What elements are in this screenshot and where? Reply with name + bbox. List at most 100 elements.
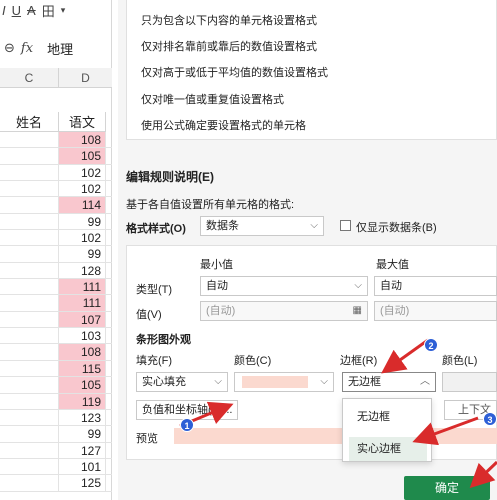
spreadsheet: I U A 田 ▾ ⊖ fx 地理 C D 姓名 语文 108 105 102 102… [0, 0, 112, 500]
border-option-solid[interactable]: 实心边框 [349, 437, 427, 461]
ok-button[interactable]: 确定 [404, 476, 490, 500]
annotation-marker-2: 2 [424, 338, 438, 352]
table-row: 108 [0, 132, 112, 149]
table-row: 108 [0, 344, 112, 361]
border-option-none[interactable]: 无边框 [349, 405, 427, 429]
rule-type-item[interactable]: 仅对唯一值或重复值设置格式 [141, 91, 284, 107]
score-cell[interactable]: 119 [58, 393, 106, 409]
score-cell[interactable]: 99 [58, 426, 106, 442]
border-color-label: 颜色(L) [442, 355, 478, 367]
score-cell[interactable]: 103 [58, 328, 106, 344]
score-cell[interactable]: 125 [58, 475, 106, 491]
chevron-up-icon: ︿ [420, 376, 430, 387]
score-cell[interactable]: 111 [58, 279, 106, 295]
rule-type-item[interactable]: 仅对高于或低于平均值的数值设置格式 [141, 64, 328, 80]
border-dropdown: 无边框 实心边框 [342, 398, 432, 462]
min-value-input[interactable]: (自动) ▦ [200, 301, 368, 321]
table-row: 99 [0, 246, 112, 263]
underline-icon[interactable]: U [12, 3, 21, 18]
function-icon[interactable]: fx [21, 41, 33, 56]
column-header-c[interactable]: C [0, 68, 58, 88]
edit-rule-title: 编辑规则说明(E) [126, 170, 214, 184]
chevron-down-icon: ⌵ [320, 376, 328, 387]
formula-input[interactable]: 地理 [47, 39, 73, 58]
table-row: 105 [0, 148, 112, 165]
strikethrough-icon[interactable]: A [27, 3, 36, 18]
score-cell[interactable]: 102 [58, 230, 106, 246]
table-row: 101 [0, 458, 112, 476]
show-bar-only-checkbox[interactable] [340, 220, 351, 231]
border-label: 边框(R) [340, 355, 378, 367]
font-toolbar: I U A 田 ▾ [0, 0, 112, 20]
table-row: 99 [0, 426, 112, 443]
conditional-format-dialog: 只为包含以下内容的单元格设置格式 仅对排名靠前或靠后的数值设置格式 仅对高于或低… [118, 0, 497, 500]
table-row: 105 [0, 377, 112, 394]
score-cell[interactable]: 102 [58, 164, 106, 181]
annotation-marker-3: 3 [483, 412, 497, 426]
table-row: 128 [0, 262, 112, 280]
bar-appearance-label: 条形图外观 [136, 334, 191, 346]
min-type-select[interactable]: 自动 ⌵ [200, 276, 368, 296]
header-cell-chinese[interactable]: 语文 [58, 112, 106, 132]
chevron-down-icon: ⌵ [310, 220, 318, 231]
table-row: 111 [0, 279, 112, 296]
border-color-select[interactable] [442, 372, 497, 392]
chevron-down-icon[interactable]: ▾ [61, 5, 66, 16]
fill-color-swatch [242, 376, 308, 388]
table-row: 127 [0, 442, 112, 459]
score-cell[interactable]: 102 [58, 181, 106, 197]
rule-type-item[interactable]: 仅对排名靠前或靠后的数值设置格式 [141, 38, 317, 54]
max-type-select[interactable]: 自动 [374, 276, 497, 296]
score-cell[interactable]: 108 [58, 132, 106, 148]
rule-type-item[interactable]: 只为包含以下内容的单元格设置格式 [141, 12, 317, 28]
preview-bar [174, 428, 497, 444]
column-header-d[interactable]: D [58, 68, 112, 88]
borders-icon[interactable]: 田 [42, 1, 55, 20]
table-row: 125 [0, 475, 112, 492]
annotation-marker-1: 1 [180, 418, 194, 432]
show-bar-only-label[interactable]: 仅显示数据条(B) [356, 219, 437, 235]
table-row: 102 [0, 164, 112, 182]
table-row: 115 [0, 360, 112, 378]
max-value-input[interactable]: (自动) [374, 301, 497, 321]
score-cell[interactable]: 127 [58, 442, 106, 458]
range-picker-icon[interactable]: ▦ [353, 302, 362, 320]
max-value: (自动) [380, 305, 410, 317]
negative-axis-button[interactable]: 负值和坐标轴(N)... [136, 400, 239, 420]
score-cell[interactable]: 123 [58, 409, 106, 426]
format-style-select[interactable]: 数据条 ⌵ [200, 216, 324, 236]
fill-select[interactable]: 实心填充 ⌵ [136, 372, 228, 392]
zoom-icon[interactable]: ⊖ [4, 40, 15, 56]
color-label: 颜色(C) [234, 355, 272, 367]
max-label: 最大值 [376, 259, 409, 271]
table-row: 107 [0, 311, 112, 329]
table-row: 102 [0, 181, 112, 198]
score-cell[interactable]: 99 [58, 213, 106, 230]
score-cell[interactable]: 101 [58, 458, 106, 475]
score-cell[interactable]: 107 [58, 311, 106, 328]
type-label: 类型(T) [136, 284, 173, 296]
table-row: 119 [0, 393, 112, 410]
score-cell[interactable]: 105 [58, 148, 106, 164]
score-cell[interactable]: 111 [58, 295, 106, 311]
rule-hint: 基于各自值设置所有单元格的格式: [126, 199, 295, 211]
score-cell[interactable]: 114 [58, 197, 106, 213]
table-row: 111 [0, 295, 112, 312]
score-cell[interactable]: 99 [58, 246, 106, 262]
min-label: 最小值 [200, 259, 233, 271]
score-cell[interactable]: 115 [58, 360, 106, 377]
italic-icon[interactable]: I [2, 3, 6, 18]
rule-type-item[interactable]: 使用公式确定要设置格式的单元格 [141, 117, 306, 133]
border-select[interactable]: 无边框 ︿ [342, 372, 436, 392]
fill-value: 实心填充 [142, 376, 186, 388]
max-type-value: 自动 [380, 280, 402, 292]
score-cell[interactable]: 128 [58, 262, 106, 279]
value-label: 值(V) [136, 309, 162, 321]
table-row: 99 [0, 213, 112, 231]
header-cell-name[interactable]: 姓名 [0, 112, 58, 132]
format-style-label: 格式样式(O) [126, 223, 186, 235]
score-cell[interactable]: 105 [58, 377, 106, 393]
table-row: 103 [0, 328, 112, 345]
score-cell[interactable]: 108 [58, 344, 106, 360]
rule-type-list: 只为包含以下内容的单元格设置格式 仅对排名靠前或靠后的数值设置格式 仅对高于或低… [126, 0, 497, 140]
